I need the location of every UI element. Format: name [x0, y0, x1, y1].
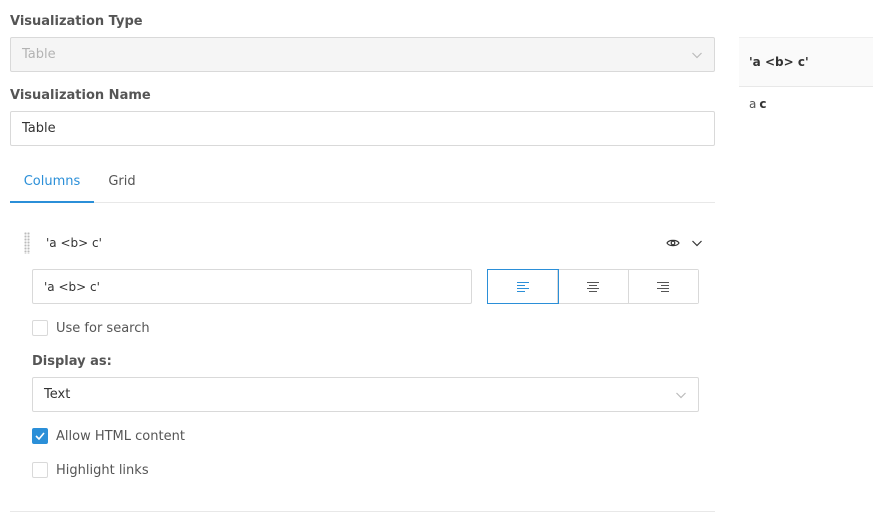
chevron-down-icon — [676, 392, 686, 398]
visualization-name-value: Table — [22, 121, 56, 136]
use-for-search-checkbox[interactable] — [32, 320, 48, 336]
preview-column-header: 'a <b> c' — [739, 37, 873, 87]
column-header[interactable]: 'a <b> c' — [24, 229, 704, 257]
chevron-down-icon[interactable] — [690, 236, 704, 250]
visualization-name-input[interactable]: Table — [10, 111, 715, 146]
alignment-button-group — [486, 269, 699, 304]
section-divider — [10, 511, 715, 512]
column-title: 'a <b> c' — [46, 236, 102, 250]
use-for-search-row[interactable]: Use for search — [32, 319, 150, 337]
highlight-links-row[interactable]: Highlight links — [32, 461, 149, 479]
tab-columns[interactable]: Columns — [10, 165, 94, 203]
visualization-type-label: Visualization Type — [10, 14, 143, 29]
column-name-input[interactable]: 'a <b> c' — [32, 269, 472, 304]
visualization-type-select[interactable]: Table — [10, 37, 715, 72]
preview-table: 'a <b> c' a c — [739, 37, 873, 121]
column-name-value: 'a <b> c' — [44, 279, 100, 294]
checkmark-icon — [35, 432, 45, 440]
preview-cell-bold: c — [759, 97, 767, 111]
preview-cell-plain: a — [749, 97, 757, 111]
display-as-value: Text — [44, 387, 71, 402]
highlight-links-checkbox[interactable] — [32, 462, 48, 478]
chevron-down-icon — [692, 52, 702, 58]
align-right-icon — [657, 281, 670, 292]
align-center-button[interactable] — [558, 270, 629, 303]
visualization-name-label: Visualization Name — [10, 88, 151, 103]
align-center-icon — [586, 281, 599, 292]
highlight-links-label: Highlight links — [56, 462, 149, 478]
allow-html-row[interactable]: Allow HTML content — [32, 427, 185, 445]
settings-tabs: Columns Grid — [10, 165, 715, 203]
drag-handle-icon[interactable] — [24, 232, 30, 254]
use-for-search-label: Use for search — [56, 320, 150, 336]
allow-html-label: Allow HTML content — [56, 428, 185, 444]
allow-html-checkbox[interactable] — [32, 428, 48, 444]
align-left-button[interactable] — [486, 269, 560, 304]
display-as-label: Display as: — [32, 354, 112, 369]
display-as-select[interactable]: Text — [32, 377, 699, 412]
align-right-button[interactable] — [628, 270, 698, 303]
tab-grid[interactable]: Grid — [106, 165, 138, 203]
align-left-icon — [516, 281, 529, 292]
eye-icon[interactable] — [666, 236, 680, 250]
visualization-type-value: Table — [22, 47, 56, 62]
preview-cell: a c — [739, 87, 873, 121]
